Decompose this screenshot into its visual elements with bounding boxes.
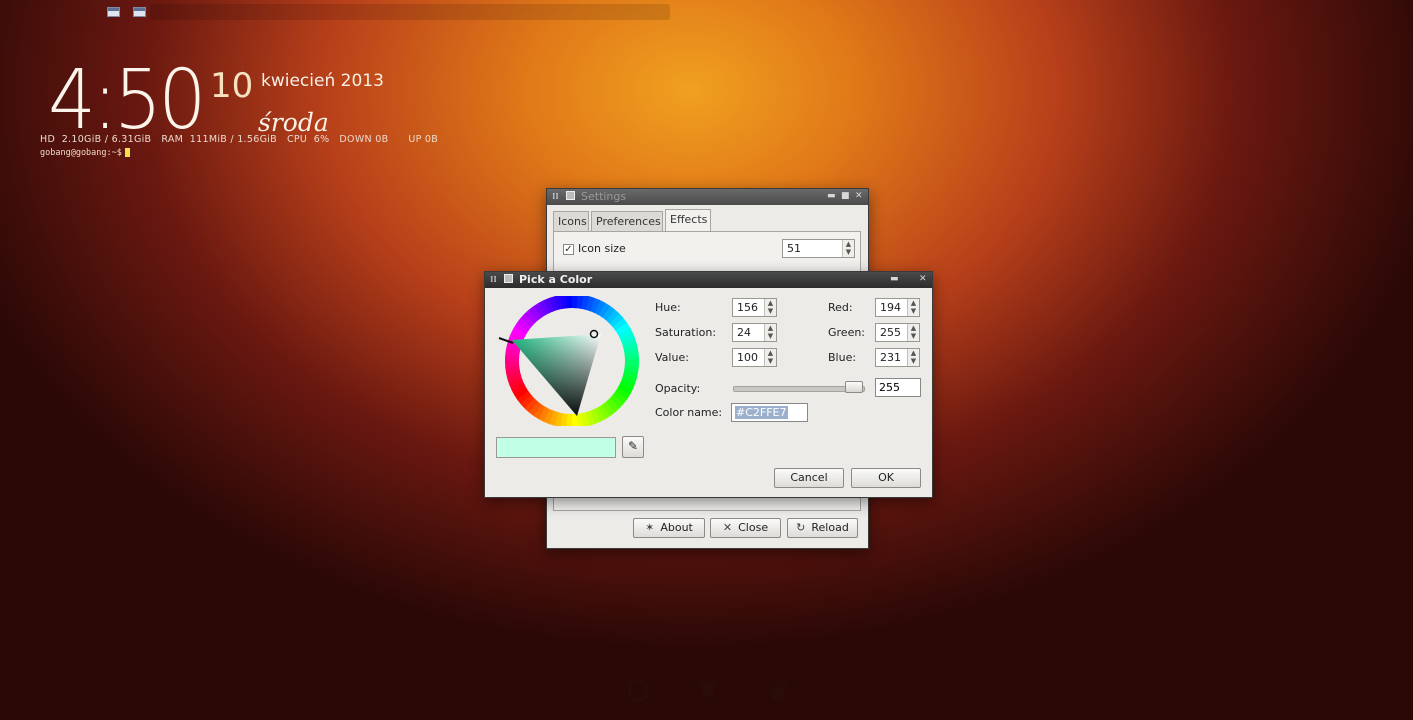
color-wheel[interactable] [497,294,647,430]
hue-label: Hue: [655,301,681,314]
reload-label: Reload [811,521,849,534]
grip-icon: ⁞⁞ [490,275,497,285]
opacity-input[interactable]: 255 [875,378,921,397]
hue-spinner[interactable]: 156 ▲ ▼ [732,298,777,317]
picker-title: Pick a Color [519,273,593,286]
saturation-spinner[interactable]: 24 ▲ ▼ [732,323,777,342]
clock-day: 10 [210,66,254,106]
window-icon[interactable] [107,7,120,17]
app-icon[interactable]: ♜ [688,672,728,712]
window-icon[interactable] [133,7,146,17]
value-value: 100 [737,351,758,364]
terminal-prompt: gobang@gobang:~$ [40,148,130,158]
maximize-icon[interactable]: ■ [841,191,850,201]
green-label: Green: [828,326,866,339]
blue-spinner[interactable]: 231 ▲ ▼ [875,348,920,367]
settings-title: Settings [581,190,627,203]
star-icon: ✶ [645,521,655,534]
feather-icon[interactable]: ❦ [758,672,798,712]
minimize-icon[interactable]: ▬ [890,274,899,284]
taskbar-strip [150,4,670,20]
hue-value: 156 [737,301,758,314]
close-button[interactable]: ✕ Close [710,518,781,538]
saturation-value: 24 [737,326,751,339]
opacity-label: Opacity: [655,382,701,395]
window-menu-icon[interactable] [504,274,513,283]
spinner-arrows-icon[interactable]: ▲ ▼ [764,324,776,341]
opacity-value: 255 [879,381,900,394]
icon-size-checkbox[interactable]: ✓ [563,244,574,255]
color-name-input[interactable]: #C2FFE7 [731,403,808,422]
blue-value: 231 [880,351,901,364]
spinner-arrows-icon[interactable]: ▲ ▼ [842,240,854,257]
red-value: 194 [880,301,901,314]
red-spinner[interactable]: 194 ▲ ▼ [875,298,920,317]
spinner-arrows-icon[interactable]: ▲ ▼ [764,349,776,366]
eyedropper-icon: ✎ [627,439,639,453]
icon-size-label: Icon size [578,242,626,255]
grip-icon: ⁞⁞ [552,192,559,202]
opera-icon[interactable]: O [618,672,658,712]
cancel-button[interactable]: Cancel [774,468,844,488]
eyedropper-button[interactable]: ✎ [622,436,644,458]
icon-size-spinner[interactable]: 51 ▲ ▼ [782,239,855,258]
spinner-arrows-icon[interactable]: ▲ ▼ [907,349,919,366]
color-picker-dialog: ⁞⁞ Pick a Color ▬ ✕ ✎ Hue: 156 ▲ ▼ Satur… [484,271,933,498]
window-menu-icon[interactable] [566,191,575,200]
about-label: About [660,521,693,534]
picker-titlebar[interactable]: ⁞⁞ Pick a Color ▬ ✕ [485,272,932,288]
close-icon[interactable]: ✕ [919,274,927,284]
icon-size-value: 51 [787,242,801,255]
dock: O ♜ ❦ [616,672,806,712]
red-label: Red: [828,301,853,314]
green-value: 255 [880,326,901,339]
green-spinner[interactable]: 255 ▲ ▼ [875,323,920,342]
tab-preferences[interactable]: Preferences [591,211,663,231]
color-name-value: #C2FFE7 [735,406,788,419]
settings-titlebar[interactable]: ⁞⁞ Settings ▬ ■ ✕ [547,189,868,205]
hue-ring[interactable] [497,294,647,428]
close-label: Close [738,521,769,534]
value-label: Value: [655,351,689,364]
about-button[interactable]: ✶ About [633,518,705,538]
tab-icons[interactable]: Icons [553,211,589,231]
top-panel [0,0,1413,22]
blue-label: Blue: [828,351,857,364]
spinner-arrows-icon[interactable]: ▲ ▼ [764,299,776,316]
prompt-text: gobang@gobang:~$ [40,148,122,158]
reload-icon: ↻ [796,521,806,534]
minimize-icon[interactable]: ▬ [827,191,836,201]
system-monitor: HD 2.10GiB / 6.31GiB RAM 111MiB / 1.56Gi… [40,134,439,145]
spinner-arrows-icon[interactable]: ▲ ▼ [907,299,919,316]
saturation-label: Saturation: [655,326,717,339]
color-name-label: Color name: [655,406,723,419]
clock-time: 4:50 [48,53,206,148]
ok-button[interactable]: OK [851,468,921,488]
terminal-cursor [124,148,130,157]
close-icon[interactable]: ✕ [855,191,863,201]
clock-month-year: kwiecień 2013 [261,71,384,91]
spinner-arrows-icon[interactable]: ▲ ▼ [907,324,919,341]
clock-weekday: środa [258,108,329,137]
tab-effects[interactable]: Effects [665,209,711,231]
close-icon: ✕ [722,521,733,534]
value-spinner[interactable]: 100 ▲ ▼ [732,348,777,367]
opacity-slider-handle[interactable] [845,381,863,393]
current-color-swatch [496,437,616,458]
reload-button[interactable]: ↻ Reload [787,518,858,538]
